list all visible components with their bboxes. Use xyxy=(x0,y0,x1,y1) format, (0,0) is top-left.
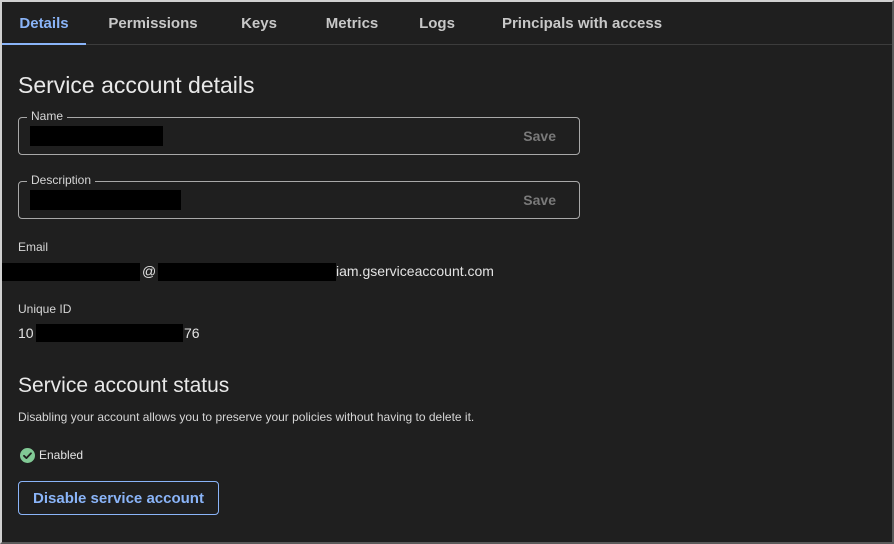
description-field-label: Description xyxy=(27,173,96,187)
tab-details[interactable]: Details xyxy=(2,2,86,45)
check-circle-icon xyxy=(20,448,35,463)
status-label: Enabled xyxy=(39,448,84,462)
name-field-label: Name xyxy=(27,109,68,123)
service-account-panel: Details Permissions Keys Metrics Logs Pr… xyxy=(0,0,894,544)
tab-bar: Details Permissions Keys Metrics Logs Pr… xyxy=(2,2,892,45)
tab-permissions[interactable]: Permissions xyxy=(102,2,204,44)
unique-id-label: Unique ID xyxy=(18,302,72,316)
disable-service-account-button[interactable]: Disable service account xyxy=(18,481,219,515)
name-field[interactable]: Name Save xyxy=(18,109,580,155)
email-domain: iam.gserviceaccount.com xyxy=(336,263,494,279)
email-user-redacted xyxy=(2,263,140,281)
name-value-redacted xyxy=(30,126,163,146)
details-heading: Service account details xyxy=(18,72,255,98)
email-project-redacted xyxy=(158,263,336,281)
status-description: Disabling your account allows you to pre… xyxy=(18,410,475,424)
status-heading: Service account status xyxy=(18,374,230,397)
name-save-button[interactable]: Save xyxy=(523,128,556,144)
email-label: Email xyxy=(18,240,49,254)
unique-id-suffix: 76 xyxy=(184,325,200,341)
tab-principals-with-access[interactable]: Principals with access xyxy=(492,2,672,44)
tab-logs[interactable]: Logs xyxy=(414,2,460,44)
unique-id-redacted xyxy=(36,324,183,342)
tab-keys[interactable]: Keys xyxy=(234,2,284,44)
description-save-button[interactable]: Save xyxy=(523,192,556,208)
description-value-redacted xyxy=(30,190,181,210)
description-field[interactable]: Description Save xyxy=(18,173,580,219)
email-at-sign: @ xyxy=(142,263,157,279)
unique-id-prefix: 10 xyxy=(18,325,34,341)
tab-metrics[interactable]: Metrics xyxy=(312,2,392,44)
